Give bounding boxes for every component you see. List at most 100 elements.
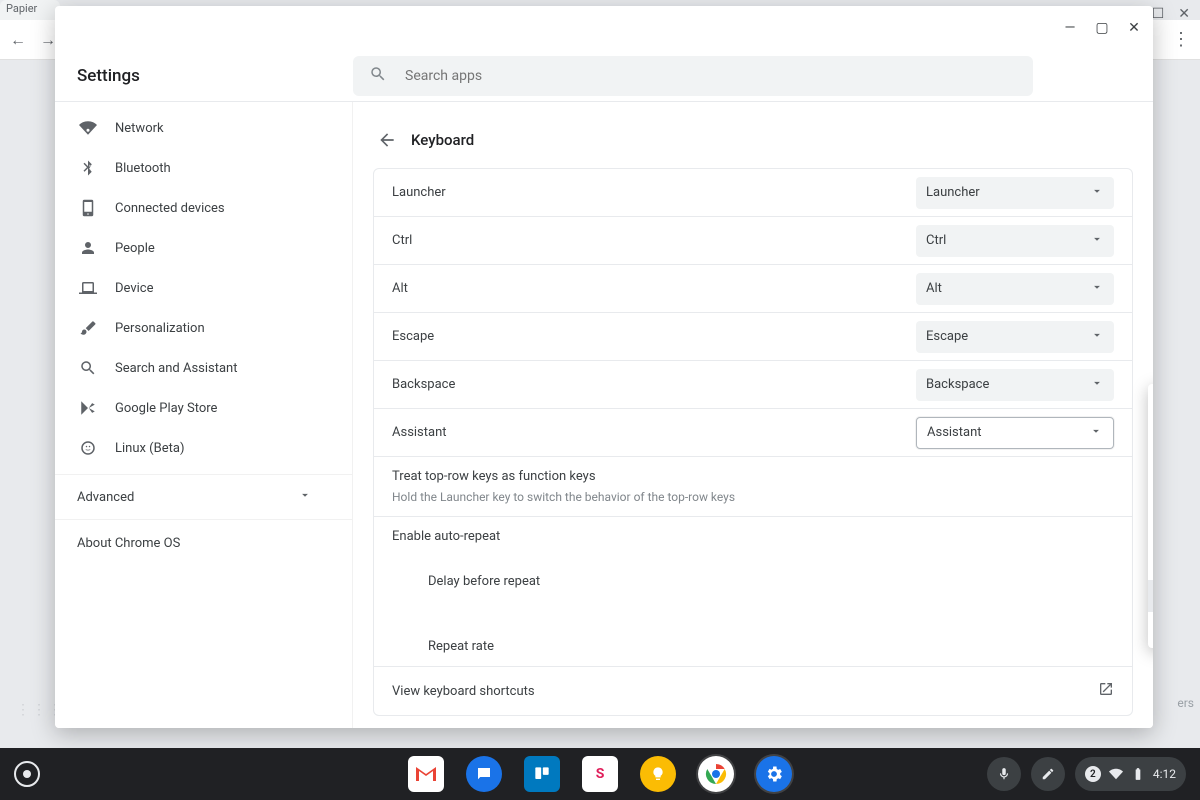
sidebar-item-label: Linux (Beta): [115, 441, 184, 456]
chevron-down-icon: [1089, 424, 1103, 442]
dropdown-value: Backspace: [926, 377, 989, 392]
tray-pen-button[interactable]: [1031, 757, 1065, 791]
assistant-dropdown-menu: Launcher Ctrl Alt Caps Lock Escape Backs…: [1148, 384, 1153, 648]
row-label: Ctrl: [392, 233, 412, 248]
sidebar-item-label: Network: [115, 121, 164, 136]
sidebar-item-label: Personalization: [115, 321, 205, 336]
devices-icon: [77, 197, 99, 219]
minimize-button[interactable]: —: [1063, 21, 1077, 35]
back-button[interactable]: [373, 126, 401, 154]
sidebar-item-label: Bluetooth: [115, 161, 171, 176]
sidebar-advanced[interactable]: Advanced: [55, 474, 352, 520]
shelf-app-settings[interactable]: [756, 756, 792, 792]
search-input[interactable]: [405, 68, 1017, 84]
sidebar-item-label: Connected devices: [115, 201, 225, 216]
dropdown-value: Ctrl: [926, 233, 946, 248]
app-title: Settings: [77, 66, 353, 86]
person-icon: [77, 237, 99, 259]
brush-icon: [77, 317, 99, 339]
chevron-down-icon: [1090, 328, 1104, 346]
row-ctrl: Ctrl Ctrl: [374, 217, 1132, 265]
chevron-down-icon: [1090, 376, 1104, 394]
menu-option-disabled[interactable]: Disabled: [1148, 612, 1153, 644]
laptop-icon: [77, 277, 99, 299]
wifi-icon: [77, 117, 99, 139]
shelf: S 2 4:12: [0, 748, 1200, 800]
chevron-down-icon: [1090, 232, 1104, 250]
dropdown-launcher[interactable]: Launcher: [916, 177, 1114, 209]
shelf-app-chrome[interactable]: [698, 756, 734, 792]
shelf-app-keep[interactable]: [640, 756, 676, 792]
sidebar-item-linux[interactable]: Linux (Beta): [55, 428, 352, 468]
dropdown-assistant[interactable]: Assistant: [916, 417, 1114, 449]
sidebar-item-personalization[interactable]: Personalization: [55, 308, 352, 348]
maximize-button[interactable]: ▢: [1095, 21, 1109, 35]
chevron-down-icon: [1090, 280, 1104, 298]
row-top-row-keys: Treat top-row keys as function keys Hold…: [374, 457, 1132, 517]
row-auto-repeat: Enable auto-repeat Delay before repeat R…: [374, 517, 1132, 667]
row-label: Treat top-row keys as function keys: [392, 469, 596, 484]
bg-menu-icon: ⋮: [1172, 29, 1190, 50]
dropdown-escape[interactable]: Escape: [916, 321, 1114, 353]
tray-status-pill[interactable]: 2 4:12: [1075, 757, 1186, 791]
shelf-app-slack[interactable]: S: [582, 756, 618, 792]
row-label: Alt: [392, 281, 408, 296]
menu-option-alt[interactable]: Alt: [1148, 452, 1153, 484]
linux-icon: [77, 437, 99, 459]
battery-icon: [1131, 767, 1145, 781]
row-backspace: Backspace Backspace: [374, 361, 1132, 409]
row-rate-label: Repeat rate: [392, 601, 494, 654]
menu-option-capslock[interactable]: Caps Lock: [1148, 484, 1153, 516]
row-label: View keyboard shortcuts: [392, 684, 535, 699]
dropdown-alt[interactable]: Alt: [916, 273, 1114, 305]
bg-back-icon: ←: [10, 30, 26, 50]
page-title: Keyboard: [411, 131, 474, 149]
shelf-app-gmail[interactable]: [408, 756, 444, 792]
background-peek-text: ers: [1177, 696, 1194, 710]
menu-option-backspace[interactable]: Backspace: [1148, 548, 1153, 580]
menu-option-ctrl[interactable]: Ctrl: [1148, 420, 1153, 452]
dropdown-ctrl[interactable]: Ctrl: [916, 225, 1114, 257]
sidebar-item-bluetooth[interactable]: Bluetooth: [55, 148, 352, 188]
row-subtext: Hold the Launcher key to switch the beha…: [392, 490, 735, 504]
tray-mic-button[interactable]: [987, 757, 1021, 791]
close-button[interactable]: ✕: [1127, 21, 1141, 35]
row-label: Enable auto-repeat: [392, 529, 500, 544]
advanced-label: Advanced: [77, 490, 134, 505]
row-label: Launcher: [392, 185, 446, 200]
window-titlebar: — ▢ ✕: [55, 6, 1153, 50]
settings-window: — ▢ ✕ Settings Network Bluetooth Connect…: [55, 6, 1153, 728]
row-launcher: Launcher Launcher: [374, 169, 1132, 217]
bluetooth-icon: [77, 157, 99, 179]
search-icon: [369, 65, 405, 87]
sidebar-item-network[interactable]: Network: [55, 108, 352, 148]
menu-option-assistant[interactable]: Assistant: [1148, 580, 1153, 612]
dropdown-value: Assistant: [927, 425, 982, 440]
sidebar-item-play-store[interactable]: Google Play Store: [55, 388, 352, 428]
sidebar-about[interactable]: About Chrome OS: [55, 520, 352, 566]
sidebar-item-connected-devices[interactable]: Connected devices: [55, 188, 352, 228]
notification-badge: 2: [1085, 766, 1101, 782]
row-label: Escape: [392, 329, 434, 344]
sidebar-item-search-assistant[interactable]: Search and Assistant: [55, 348, 352, 388]
dropdown-backspace[interactable]: Backspace: [916, 369, 1114, 401]
row-shortcuts[interactable]: View keyboard shortcuts: [374, 667, 1132, 715]
about-label: About Chrome OS: [77, 536, 180, 551]
chevron-down-icon: [298, 488, 312, 506]
sidebar-item-label: Google Play Store: [115, 401, 217, 416]
bg-forward-icon: →: [40, 30, 56, 50]
search-box[interactable]: [353, 56, 1033, 96]
keyboard-panel: Launcher Launcher Ctrl Ctrl: [373, 168, 1133, 716]
shelf-app-messages[interactable]: [466, 756, 502, 792]
row-assistant: Assistant Assistant: [374, 409, 1132, 457]
sidebar-item-device[interactable]: Device: [55, 268, 352, 308]
system-tray[interactable]: 2 4:12: [987, 757, 1186, 791]
shelf-app-trello[interactable]: [524, 756, 560, 792]
launcher-button[interactable]: [14, 761, 40, 787]
play-store-icon: [77, 397, 99, 419]
menu-option-escape[interactable]: Escape: [1148, 516, 1153, 548]
row-delay-label: Delay before repeat: [392, 556, 540, 589]
dropdown-value: Escape: [926, 329, 968, 344]
sidebar-item-people[interactable]: People: [55, 228, 352, 268]
menu-option-launcher[interactable]: Launcher: [1148, 388, 1153, 420]
